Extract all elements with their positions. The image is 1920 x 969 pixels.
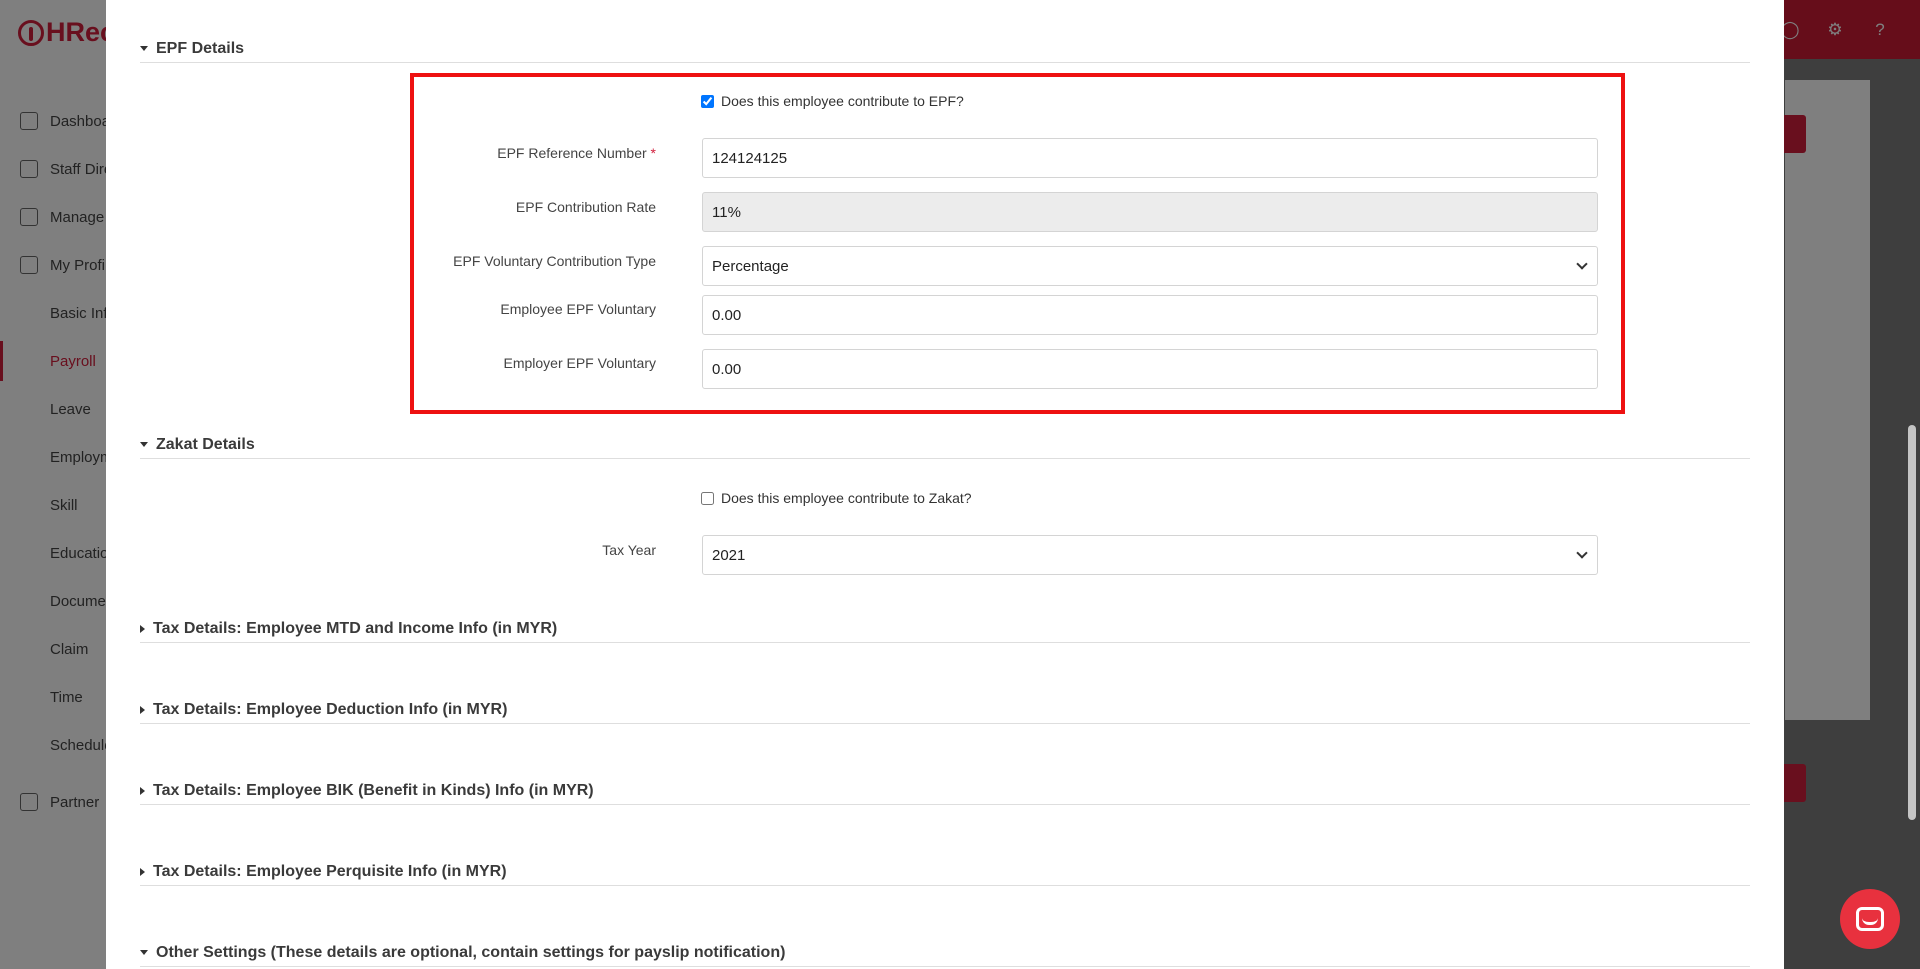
caret-down-icon — [140, 46, 148, 51]
epf-details-header[interactable]: EPF Details — [140, 35, 1750, 63]
chat-launcher-button[interactable] — [1840, 889, 1900, 949]
highlight-box — [410, 73, 1625, 414]
payroll-modal: EPF Details Does this employee contribut… — [106, 0, 1784, 969]
caret-right-icon — [140, 705, 145, 714]
zakat-contribute-checkbox[interactable] — [701, 491, 714, 505]
tax-deduction-header[interactable]: Tax Details: Employee Deduction Info (in… — [140, 696, 1750, 724]
caret-right-icon — [140, 867, 145, 876]
tax-bik-header[interactable]: Tax Details: Employee BIK (Benefit in Ki… — [140, 777, 1750, 805]
chevron-down-icon — [1576, 547, 1588, 559]
caret-down-icon — [140, 950, 148, 955]
tax-perquisite-header[interactable]: Tax Details: Employee Perquisite Info (i… — [140, 858, 1750, 886]
caret-right-icon — [140, 624, 145, 633]
caret-down-icon — [140, 442, 148, 447]
chat-icon — [1856, 907, 1884, 931]
page-scrollbar[interactable] — [1908, 425, 1916, 820]
tax-year-label: Tax Year — [602, 542, 656, 558]
other-settings-header[interactable]: Other Settings (These details are option… — [140, 939, 1750, 967]
zakat-details-header[interactable]: Zakat Details — [140, 431, 1750, 459]
tax-year-select[interactable]: 2021 — [702, 535, 1598, 575]
tax-mtd-income-header[interactable]: Tax Details: Employee MTD and Income Inf… — [140, 615, 1750, 643]
zakat-contribute-row: Does this employee contribute to Zakat? — [701, 490, 972, 506]
caret-right-icon — [140, 786, 145, 795]
